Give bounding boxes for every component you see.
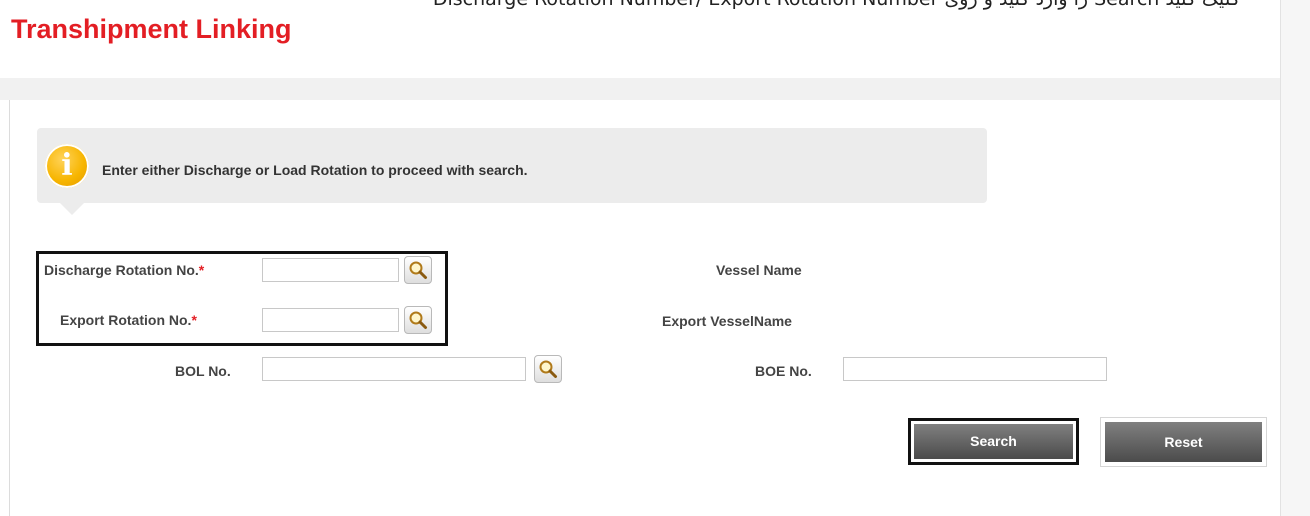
info-message-text: Enter either Discharge or Load Rotation … [102, 162, 528, 178]
boe-input[interactable] [843, 357, 1107, 381]
vessel-name-label: Vessel Name [716, 262, 802, 278]
content-divider [9, 100, 10, 516]
reset-button-frame: Reset [1100, 417, 1267, 467]
bol-label: BOL No. [175, 363, 231, 379]
instruction-caption-strip: Discharge Rotation Number/ Export Rotati… [0, 0, 1310, 14]
magnifier-icon [539, 360, 557, 378]
bol-input[interactable] [262, 357, 526, 381]
search-button[interactable]: Search [908, 418, 1079, 465]
search-button-label: Search [914, 424, 1073, 459]
right-scrollbar-rail[interactable] [1280, 0, 1310, 516]
export-vessel-name-label: Export VesselName [662, 313, 792, 329]
boe-label: BOE No. [755, 363, 812, 379]
bol-lookup-button[interactable] [534, 355, 562, 383]
reset-button[interactable]: Reset [1105, 422, 1262, 462]
page-title: Transhipment Linking [11, 14, 292, 44]
info-box-pointer [60, 203, 84, 215]
rotation-fields-highlight [36, 251, 448, 346]
info-icon: i [45, 144, 89, 188]
instruction-caption: Discharge Rotation Number/ Export Rotati… [0, 0, 1240, 10]
header-band [0, 78, 1280, 100]
